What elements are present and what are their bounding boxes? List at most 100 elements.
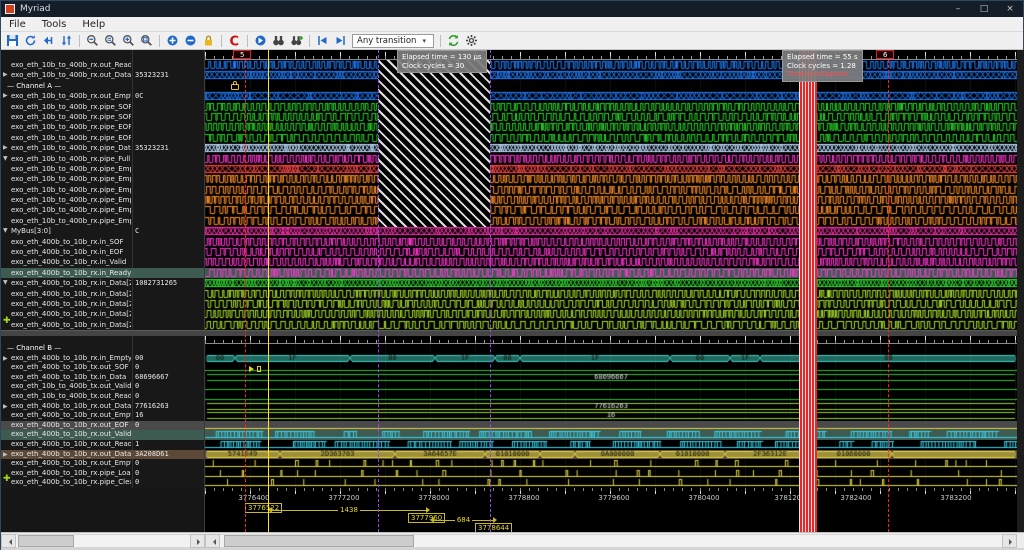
- add-signal-button-a[interactable]: ✚: [3, 316, 11, 326]
- signal-name-row[interactable]: ▼exo_eth_10b_to_400b_rx.pipe_Full: [1, 154, 204, 164]
- settings-icon[interactable]: [463, 33, 480, 49]
- signal-name-row[interactable]: exo_eth_10b_to_400b_tx.out_Ready0: [1, 392, 204, 402]
- waveform-horizontal-scrollbar[interactable]: [205, 534, 1017, 548]
- signal-name-row[interactable]: ▶exo_eth_400b_to_10b_rx.out_Data3A208D61: [1, 450, 204, 460]
- waveform-row[interactable]: [205, 133, 1017, 143]
- waveform-row[interactable]: [205, 469, 1017, 479]
- waveform-row[interactable]: [205, 91, 1017, 101]
- waveform-row[interactable]: [205, 450, 1017, 460]
- waveform-row[interactable]: [205, 363, 1017, 373]
- waveform-panel-a[interactable]: [205, 50, 1017, 330]
- names-horizontal-scrollbar[interactable]: [1, 534, 205, 548]
- lock-icon[interactable]: [200, 33, 217, 49]
- expand-arrow-icon[interactable]: ▶: [3, 91, 8, 101]
- waveform-row[interactable]: [205, 81, 1017, 91]
- signal-name-row[interactable]: exo_eth_400b_to_10b_rx.out_Valid_n: [1, 430, 204, 440]
- zoom-in-icon[interactable]: [120, 33, 137, 49]
- signal-name-row[interactable]: exo_eth_10b_to_400b_rx.pipe_EOF: [1, 133, 204, 143]
- menu-tools[interactable]: Tools: [34, 19, 75, 30]
- collapse-arrow-icon[interactable]: ▼: [3, 226, 8, 236]
- waveform-row[interactable]: [205, 70, 1017, 80]
- signal-name-row[interactable]: ▶exo_eth_10b_to_400b_rx.out_Empty0C: [1, 91, 204, 101]
- scrollbar-thumb[interactable]: [18, 535, 74, 547]
- swap-icon[interactable]: [58, 33, 75, 49]
- waveform-row[interactable]: [205, 373, 1017, 383]
- signal-name-row[interactable]: exo_eth_10b_to_400b_rx.pipe_Empty[1]: [1, 185, 204, 195]
- waveform-row[interactable]: [205, 102, 1017, 112]
- binoculars-add-icon[interactable]: [288, 33, 305, 49]
- waveform-row[interactable]: [205, 392, 1017, 402]
- minimize-button[interactable]: –: [945, 1, 971, 17]
- zoom-out-icon[interactable]: [84, 33, 101, 49]
- close-button[interactable]: ×: [997, 1, 1023, 17]
- scroll-left-icon[interactable]: [205, 534, 220, 548]
- transition-dropdown[interactable]: Any transition▾: [352, 34, 434, 48]
- collapse-arrow-icon[interactable]: ▼: [3, 154, 8, 164]
- signal-name-row[interactable]: exo_eth_10b_to_400b_tx.out_Valid0: [1, 382, 204, 392]
- signal-name-row[interactable]: exo_eth_10b_to_400b_rx.pipe_EOF: [1, 122, 204, 132]
- vertical-scrollbar[interactable]: [1017, 50, 1024, 532]
- signal-name-row[interactable]: exo_eth_400b_to_10b_rx.in_Ready: [1, 268, 204, 278]
- waveform-row[interactable]: [205, 154, 1017, 164]
- signal-name-row[interactable]: exo_eth_400b_to_10b_tx.out_SOF0: [1, 363, 204, 373]
- signal-name-row[interactable]: exo_eth_10b_to_400b_rx.pipe_Empty[0]: [1, 174, 204, 184]
- signal-name-row[interactable]: exo_eth_400b_to_10b_rx.out_EOF0: [1, 421, 204, 431]
- next-marker-icon[interactable]: [252, 33, 269, 49]
- signal-name-row[interactable]: ▶exo_eth_400b_to_10b_rx.out_Data[2557761…: [1, 402, 204, 412]
- binoculars-icon[interactable]: [270, 33, 287, 49]
- waveform-row[interactable]: [205, 411, 1017, 421]
- waveform-row[interactable]: [205, 289, 1017, 299]
- waveform-row[interactable]: [205, 122, 1017, 132]
- signal-name-row[interactable]: exo_eth_10b_to_400b_rx.pipe_Empty[4]: [1, 216, 204, 226]
- waveform-row[interactable]: [205, 60, 1017, 70]
- menu-help[interactable]: Help: [74, 19, 113, 30]
- signal-name-row[interactable]: exo_eth_400b_to_10b_rx.in_Valid: [1, 257, 204, 267]
- waveform-row[interactable]: [205, 143, 1017, 153]
- zoom-fit-icon[interactable]: [102, 33, 119, 49]
- waveform-row[interactable]: [205, 299, 1017, 309]
- undo-icon[interactable]: [40, 33, 57, 49]
- channel-divider[interactable]: — Channel A —: [1, 81, 204, 91]
- waveform-row[interactable]: [205, 237, 1017, 247]
- waveform-row[interactable]: [205, 344, 1017, 354]
- next-transition-icon[interactable]: [332, 33, 349, 49]
- save-icon[interactable]: [4, 33, 21, 49]
- signal-name-row[interactable]: exo_eth_400b_to_10b_rx.in_Data[255][1]: [1, 299, 204, 309]
- waveform-row[interactable]: [205, 354, 1017, 364]
- waveform-row[interactable]: [205, 309, 1017, 319]
- waveform-row[interactable]: [205, 382, 1017, 392]
- menu-file[interactable]: File: [1, 19, 34, 30]
- signal-name-row[interactable]: exo_eth_10b_to_400b_rx.pipe_SOF: [1, 112, 204, 122]
- signal-name-row[interactable]: exo_eth_400b_to_10b_rx.in_Data[255][0]: [1, 289, 204, 299]
- prev-transition-icon[interactable]: [314, 33, 331, 49]
- waveform-row[interactable]: [205, 174, 1017, 184]
- signal-name-row[interactable]: ▶exo_eth_400b_to_10b_rx.in_Empty00: [1, 354, 204, 364]
- maximize-button[interactable]: □: [971, 1, 997, 17]
- scroll-right-icon[interactable]: [1002, 534, 1017, 548]
- scroll-right-icon[interactable]: [190, 534, 205, 548]
- zoom-selection-icon[interactable]: [138, 33, 155, 49]
- waveform-row[interactable]: [205, 268, 1017, 278]
- signal-name-row[interactable]: ▼exo_eth_400b_to_10b_rx.in_Data[25510827…: [1, 278, 204, 288]
- expand-arrow-icon[interactable]: ▶: [3, 143, 8, 153]
- signal-name-row[interactable]: ▶exo_eth_10b_to_400b_rx.pipe_Data[255353…: [1, 143, 204, 153]
- waveform-row[interactable]: [205, 257, 1017, 267]
- waveform-row[interactable]: [205, 430, 1017, 440]
- signal-name-row[interactable]: exo_eth_400b_to_10b_rx.in_Data[255][2]: [1, 309, 204, 319]
- scrollbar-thumb[interactable]: [224, 535, 414, 547]
- remove-icon[interactable]: [182, 33, 199, 49]
- signal-name-row[interactable]: exo_eth_400b_to_10b_rx.in_EOF: [1, 247, 204, 257]
- signal-name-row[interactable]: exo_eth_10b_to_400b_rx.pipe_Empty[3]: [1, 205, 204, 215]
- signal-name-row[interactable]: ▼MyBus[3:0]C: [1, 226, 204, 236]
- waveform-panel-b[interactable]: [205, 336, 1017, 488]
- signal-name-row[interactable]: exo_eth_400b_to_10b_rx.in_SOF: [1, 237, 204, 247]
- signal-name-row[interactable]: exo_eth_10b_to_400b_rx.out_Ready: [1, 60, 204, 70]
- add-signal-button-b[interactable]: ✚: [3, 474, 11, 484]
- expand-arrow-icon[interactable]: ▶: [3, 354, 8, 364]
- expand-arrow-icon[interactable]: ▶: [3, 402, 8, 412]
- signal-name-row[interactable]: exo_eth_400b_to_10b_rx.out_Empty0: [1, 459, 204, 469]
- waveform-row[interactable]: [205, 402, 1017, 412]
- expand-arrow-icon[interactable]: ▶: [3, 450, 8, 460]
- waveform-row[interactable]: [205, 216, 1017, 226]
- signal-name-row[interactable]: exo_eth_400b_to_10b_rx.pipe_Clear0: [1, 478, 204, 488]
